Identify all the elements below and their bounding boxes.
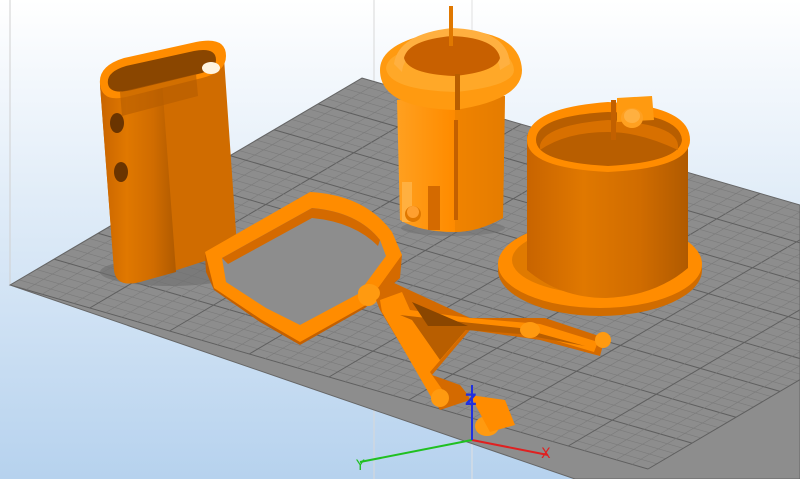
3d-viewport[interactable]: X Y Z xyxy=(0,0,800,479)
sleeve-hole xyxy=(110,113,124,133)
x-axis-label: X xyxy=(541,446,551,462)
scene-canvas[interactable]: X Y Z xyxy=(0,0,800,479)
fork-pin xyxy=(595,332,611,348)
fork-pin xyxy=(520,322,540,338)
fork-pin xyxy=(431,389,449,407)
sleeve-hole xyxy=(114,162,128,182)
fork-pin xyxy=(358,284,380,302)
sleeve-hole xyxy=(202,62,220,74)
y-axis-label: Y xyxy=(355,458,365,474)
z-axis-label: Z xyxy=(465,390,477,409)
